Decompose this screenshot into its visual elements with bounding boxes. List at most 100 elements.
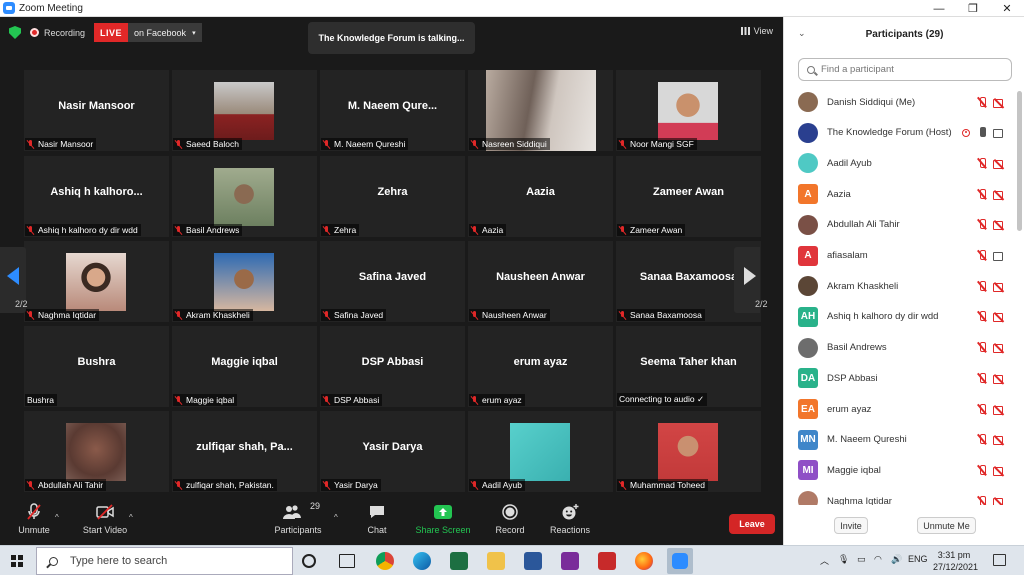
participant-video-tile[interactable]: Nausheen Anwar Nausheen Anwar bbox=[468, 241, 613, 322]
volume-icon[interactable]: 🔊 bbox=[891, 554, 902, 565]
network-icon[interactable]: ▭ bbox=[857, 554, 866, 565]
windows-start-icon[interactable] bbox=[11, 555, 23, 567]
language-indicator[interactable]: ENG bbox=[908, 554, 928, 564]
presentation-app-icon[interactable] bbox=[598, 552, 616, 570]
microphone-muted-icon[interactable] bbox=[977, 434, 986, 445]
cortana-icon[interactable] bbox=[302, 554, 316, 568]
camera-off-icon[interactable] bbox=[993, 405, 1005, 415]
participant-video-tile[interactable]: Maggie iqbal Maggie iqbal bbox=[172, 326, 317, 407]
participants-button[interactable]: 29 Participants bbox=[272, 501, 324, 535]
participant-list-item[interactable]: Akram Khaskheli bbox=[784, 271, 1014, 301]
participant-video-tile[interactable]: Zehra Zehra bbox=[320, 156, 465, 237]
camera-off-icon[interactable] bbox=[993, 190, 1005, 200]
participant-video-tile[interactable]: Ashiq h kalhoro... Ashiq h kalhoro dy dir… bbox=[24, 156, 169, 237]
participant-list-item[interactable]: Naghma Iqtidar bbox=[784, 486, 1014, 505]
microphone-icon[interactable]: 🎙 bbox=[838, 554, 849, 565]
participant-video-tile[interactable]: Nasreen Siddiqui bbox=[468, 70, 613, 151]
participant-list-item[interactable]: The Knowledge Forum (Host) bbox=[784, 118, 1014, 148]
participant-list-item[interactable]: DA DSP Abbasi bbox=[784, 363, 1014, 393]
chat-button[interactable]: Chat bbox=[362, 503, 392, 535]
participant-video-tile[interactable]: erum ayaz erum ayaz bbox=[468, 326, 613, 407]
camera-off-icon[interactable] bbox=[993, 466, 1005, 476]
wifi-icon[interactable]: ◠ bbox=[874, 554, 882, 565]
word-icon[interactable] bbox=[524, 552, 542, 570]
share-screen-button[interactable]: Share Screen bbox=[415, 503, 471, 535]
file-explorer-icon[interactable] bbox=[487, 552, 505, 570]
unmute-me-button[interactable]: Unmute Me bbox=[917, 517, 976, 534]
participant-list-item[interactable]: Abdullah Ali Tahir bbox=[784, 210, 1014, 240]
recording-indicator[interactable]: Recording bbox=[30, 24, 85, 41]
audio-options-caret[interactable]: ^ bbox=[55, 513, 59, 522]
camera-icon[interactable] bbox=[993, 251, 1005, 261]
participant-video-tile[interactable]: Aadil Ayub bbox=[468, 411, 613, 492]
microphone-muted-icon[interactable] bbox=[977, 342, 986, 353]
participant-video-tile[interactable]: Abdullah Ali Tahir bbox=[24, 411, 169, 492]
participant-list-item[interactable]: Aadil Ayub bbox=[784, 148, 1014, 178]
taskbar-clock[interactable]: 3:31 pm 27/12/2021 bbox=[933, 549, 978, 573]
app-icon[interactable] bbox=[561, 552, 579, 570]
chrome-icon[interactable] bbox=[376, 552, 394, 570]
participant-list-item[interactable]: MI Maggie iqbal bbox=[784, 455, 1014, 485]
participant-video-tile[interactable]: Seema Taher khan Connecting to audio ✓ bbox=[616, 326, 761, 407]
participant-video-tile[interactable]: Nasir Mansoor Nasir Mansoor bbox=[24, 70, 169, 151]
camera-off-icon[interactable] bbox=[993, 312, 1005, 323]
security-shield-icon[interactable] bbox=[9, 26, 21, 39]
participant-list-item[interactable]: MN M. Naeem Qureshi bbox=[784, 425, 1014, 455]
participant-video-tile[interactable]: Safina Javed Safina Javed bbox=[320, 241, 465, 322]
camera-off-icon[interactable] bbox=[993, 374, 1005, 384]
task-view-icon[interactable] bbox=[339, 554, 355, 568]
camera-off-icon[interactable] bbox=[993, 159, 1005, 169]
notifications-icon[interactable] bbox=[993, 554, 1006, 566]
participant-video-tile[interactable]: M. Naeem Qure... M. Naeem Qureshi bbox=[320, 70, 465, 151]
leave-button[interactable]: Leave bbox=[729, 514, 775, 534]
participant-video-tile[interactable]: Saeed Baloch bbox=[172, 70, 317, 151]
camera-off-icon[interactable] bbox=[993, 220, 1005, 231]
participant-video-tile[interactable]: Bushra Bushra bbox=[24, 326, 169, 407]
firefox-icon[interactable] bbox=[635, 552, 653, 570]
participant-video-tile[interactable]: Akram Khaskheli bbox=[172, 241, 317, 322]
microphone-muted-icon[interactable] bbox=[977, 219, 986, 230]
excel-icon[interactable] bbox=[450, 552, 468, 570]
camera-off-icon[interactable] bbox=[993, 497, 1005, 505]
view-button[interactable]: View bbox=[740, 26, 773, 36]
participant-video-tile[interactable]: Noor Mangi SGF bbox=[616, 70, 761, 151]
edge-icon[interactable] bbox=[413, 552, 431, 570]
participant-video-tile[interactable]: Muhammad Toheed bbox=[616, 411, 761, 492]
participant-search-box[interactable] bbox=[798, 58, 1012, 81]
participant-list-item[interactable]: Basil Andrews bbox=[784, 333, 1014, 363]
participant-list-item[interactable]: Aafiasalam bbox=[784, 241, 1014, 271]
participant-video-tile[interactable]: Aazia Aazia bbox=[468, 156, 613, 237]
camera-off-icon[interactable] bbox=[993, 282, 1005, 292]
collapse-panel-icon[interactable]: ⌄ bbox=[798, 28, 806, 39]
unmute-button[interactable]: Unmute bbox=[16, 503, 52, 535]
microphone-muted-icon[interactable] bbox=[977, 96, 986, 108]
close-button[interactable]: ✕ bbox=[990, 0, 1024, 17]
video-options-caret[interactable]: ^ bbox=[129, 513, 133, 522]
participant-list-scrollbar[interactable] bbox=[1017, 91, 1022, 231]
camera-off-icon[interactable] bbox=[993, 98, 1005, 108]
camera-off-icon[interactable] bbox=[993, 343, 1005, 354]
zoom-taskbar-icon[interactable] bbox=[667, 548, 693, 574]
microphone-muted-icon[interactable] bbox=[977, 464, 986, 476]
participant-video-tile[interactable]: zulfiqar shah, Pa... zulfiqar shah, Pakis… bbox=[172, 411, 317, 492]
live-stream-indicator[interactable]: LIVE on Facebook ▾ bbox=[94, 23, 202, 42]
participants-options-caret[interactable]: ^ bbox=[334, 513, 338, 522]
microphone-muted-icon[interactable] bbox=[977, 372, 986, 384]
camera-off-icon[interactable] bbox=[993, 435, 1005, 446]
participant-search-input[interactable] bbox=[821, 64, 1001, 75]
microphone-muted-icon[interactable] bbox=[977, 403, 986, 415]
participant-video-tile[interactable]: DSP Abbasi DSP Abbasi bbox=[320, 326, 465, 407]
microphone-muted-icon[interactable] bbox=[977, 280, 986, 292]
participant-list-item[interactable]: A Aazia bbox=[784, 179, 1014, 209]
participant-list-item[interactable]: Danish Siddiqui (Me) bbox=[784, 87, 1014, 117]
live-target[interactable]: on Facebook ▾ bbox=[128, 23, 202, 42]
microphone-muted-icon[interactable] bbox=[977, 157, 986, 169]
maximize-button[interactable]: ❐ bbox=[956, 0, 990, 17]
participant-list-item[interactable]: AH Ashiq h kalhoro dy dir wdd bbox=[784, 302, 1014, 332]
participant-video-tile[interactable]: Basil Andrews bbox=[172, 156, 317, 237]
microphone-muted-icon[interactable] bbox=[977, 495, 986, 505]
microphone-muted-icon[interactable] bbox=[977, 188, 986, 200]
participant-video-tile[interactable]: Zameer Awan Zameer Awan bbox=[616, 156, 761, 237]
invite-button[interactable]: Invite bbox=[834, 517, 868, 534]
reactions-button[interactable]: Reactions bbox=[548, 503, 592, 535]
